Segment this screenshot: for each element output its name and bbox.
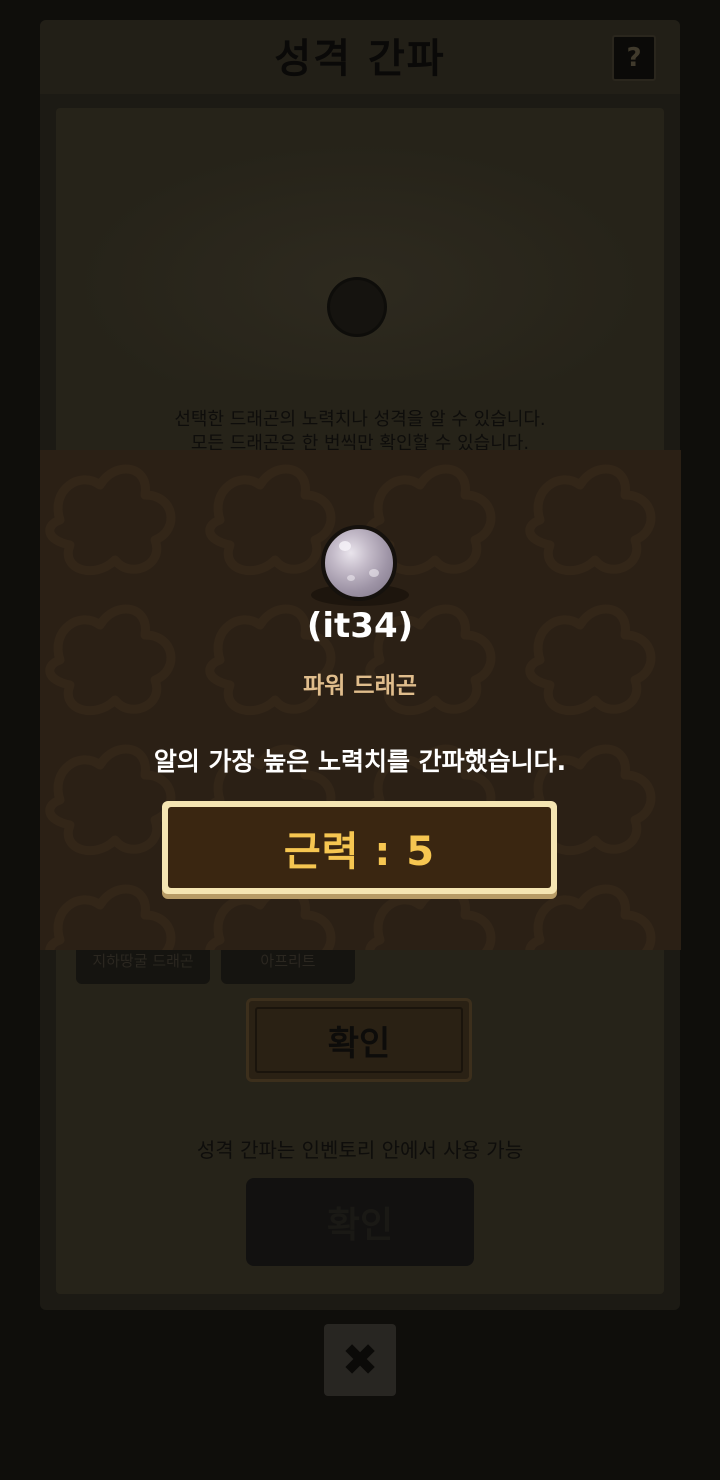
background-note: 성격 간파는 인벤토리 안에서 사용 가능: [196, 1138, 524, 1162]
background-illustration: [70, 140, 650, 380]
background-confirm-button[interactable]: 확인: [246, 998, 472, 1082]
egg-type: 파워 드래곤: [303, 673, 417, 699]
result-message: 알의 가장 높은 노력치를 간파했습니다.: [153, 747, 567, 776]
close-icon[interactable]: ✖: [324, 1324, 396, 1396]
stat-result-box: 근력 : 5: [162, 801, 557, 894]
egg-code: (it34): [306, 606, 414, 646]
stat-result-text: 근력 : 5: [283, 828, 436, 875]
background-confirm-label: 확인: [327, 1023, 391, 1064]
background-description: 선택한 드래곤의 노력치나 성격을 알 수 있습니다. 모든 드래곤은 한 번씩…: [0, 408, 720, 456]
help-button[interactable]: ?: [612, 35, 656, 81]
stat-result-inner: 근력 : 5: [168, 807, 551, 888]
background-confirm-button-2[interactable]: 확인: [246, 1178, 474, 1266]
egg-shell: [321, 525, 397, 601]
gray-dragon-egg-icon: [311, 522, 409, 610]
description-line-1: 선택한 드래곤의 노력치나 성격을 알 수 있습니다.: [174, 409, 546, 430]
background-egg-icon: [330, 280, 384, 334]
